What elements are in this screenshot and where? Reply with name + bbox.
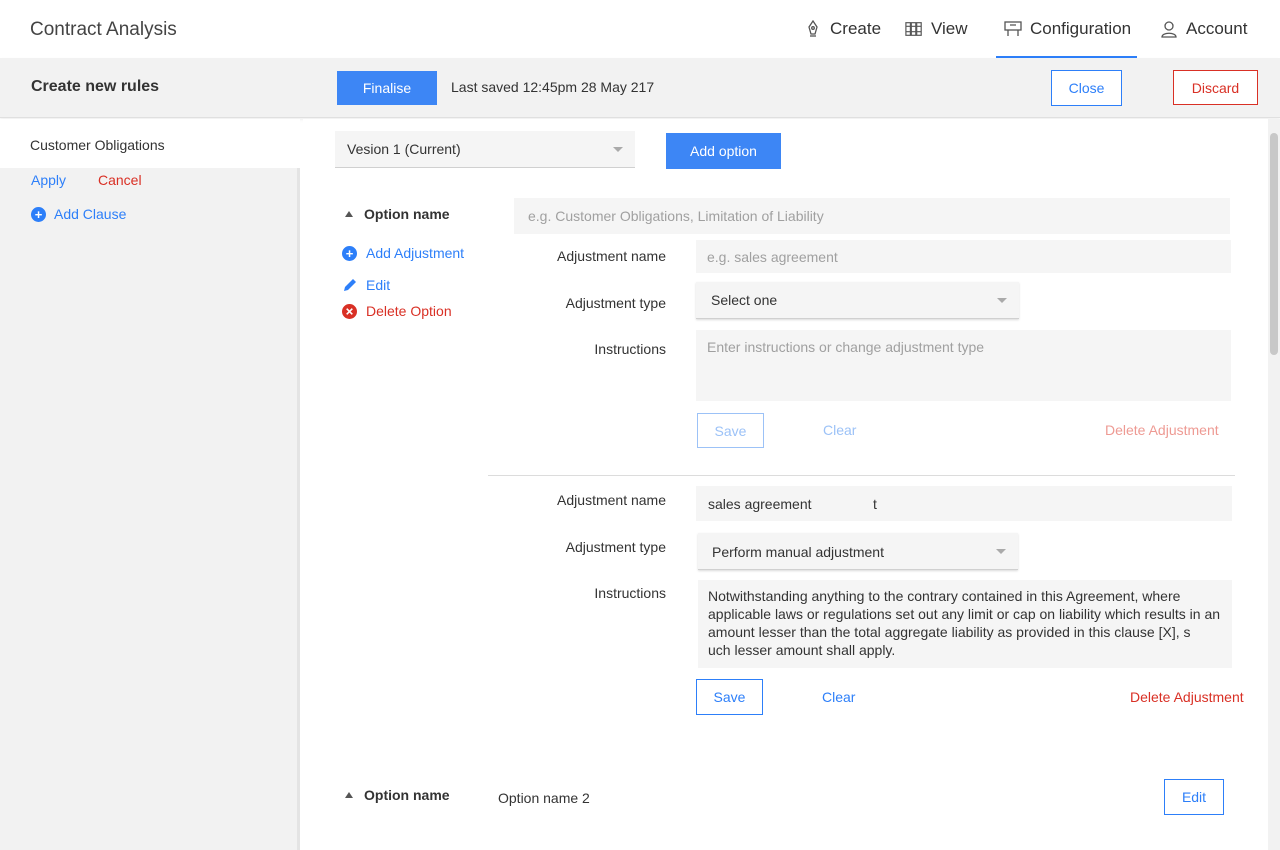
add-clause-label: Add Clause (54, 206, 127, 222)
chevron-down-icon (613, 147, 623, 152)
chevron-down-icon (997, 298, 1007, 303)
user-icon (1161, 21, 1177, 38)
pen-icon (808, 20, 818, 37)
nav-configuration-label: Configuration (1030, 19, 1132, 38)
adj2-type-label: Adjustment type (565, 539, 666, 555)
option1-header[interactable]: Option name (345, 206, 450, 222)
adj2-type-value: Perform manual adjustment (712, 544, 884, 560)
main-content: Vesion 1 (Current) Add option Option nam… (303, 119, 1268, 850)
apply-link[interactable]: Apply (31, 172, 66, 188)
nav-account[interactable]: Account (1160, 0, 1247, 58)
add-option-button[interactable]: Add option (666, 133, 781, 169)
adj2-instructions-text: Notwithstanding anything to the contrary… (708, 587, 1220, 659)
adj1-type-select[interactable]: Select one (696, 282, 1019, 319)
adj1-type-value: Select one (711, 292, 778, 308)
adj1-instructions-label: Instructions (594, 341, 666, 357)
instruction-line: uch lesser amount shall apply. (708, 642, 896, 658)
configuration-icon (1004, 21, 1022, 36)
cancel-link[interactable]: Cancel (98, 172, 142, 188)
option-name-placeholder: e.g. Customer Obligations, Limitation of… (528, 208, 824, 224)
adj1-instructions-textarea[interactable]: Enter instructions or change adjustment … (696, 330, 1231, 401)
add-clause-button[interactable]: + Add Clause (31, 206, 126, 222)
close-button[interactable]: Close (1051, 70, 1122, 106)
option2-edit-button[interactable]: Edit (1164, 779, 1224, 815)
top-nav: Contract Analysis Create View Configurat… (0, 0, 1280, 60)
collapse-icon (345, 792, 353, 798)
chevron-down-icon (996, 549, 1006, 554)
header-bar: Create new rules Finalise Last saved 12:… (0, 58, 1280, 118)
adj2-type-select[interactable]: Perform manual adjustment (698, 533, 1018, 570)
adj1-instructions-placeholder: Enter instructions or change adjustment … (707, 339, 985, 355)
adj1-type-label: Adjustment type (565, 295, 666, 311)
close-circle-icon (342, 303, 357, 319)
nav-view[interactable]: View (905, 0, 968, 58)
edit-option-button[interactable]: Edit (343, 277, 390, 293)
adj1-name-placeholder: e.g. sales agreement (707, 249, 838, 265)
add-adjustment-button[interactable]: + Add Adjustment (342, 245, 464, 261)
plus-circle-icon: + (342, 245, 357, 261)
adj2-clear-button[interactable]: Clear (822, 689, 855, 705)
edit-option-label: Edit (366, 277, 391, 293)
adj2-instructions-label: Instructions (594, 585, 666, 601)
sidebar-clause-item[interactable]: Customer Obligations (0, 119, 300, 168)
app-title: Contract Analysis (30, 19, 177, 40)
instruction-line: Notwithstanding anything to the contrary… (708, 588, 1181, 604)
adj2-name-value: sales agreement (708, 496, 812, 512)
scrollbar-thumb[interactable] (1270, 133, 1278, 355)
delete-option-label: Delete Option (366, 303, 452, 319)
option2-label: Option name (364, 787, 450, 803)
adj1-clear-button[interactable]: Clear (823, 422, 856, 438)
clause-name: Customer Obligations (30, 137, 165, 153)
adj1-delete-adjustment-button[interactable]: Delete Adjustment (1105, 422, 1219, 438)
option-name-input[interactable]: e.g. Customer Obligations, Limitation of… (514, 198, 1230, 234)
adj2-instructions-textarea[interactable]: Notwithstanding anything to the contrary… (698, 580, 1232, 668)
option2-header[interactable]: Option name (345, 787, 450, 803)
adj2-name-label: Adjustment name (557, 492, 666, 508)
collapse-icon (345, 211, 353, 217)
version-select[interactable]: Vesion 1 (Current) (335, 131, 635, 168)
delete-option-button[interactable]: Delete Option (342, 303, 452, 319)
scrollbar[interactable] (1268, 119, 1280, 850)
last-saved-text: Last saved 12:45pm 28 May 217 (451, 79, 655, 95)
nav-account-label: Account (1186, 19, 1248, 38)
adj2-delete-adjustment-button[interactable]: Delete Adjustment (1130, 689, 1244, 705)
adj1-name-label: Adjustment name (557, 248, 666, 264)
finalise-button[interactable]: Finalise (337, 71, 437, 105)
option1-label: Option name (364, 206, 450, 222)
pencil-icon (344, 279, 356, 291)
discard-button[interactable]: Discard (1173, 70, 1258, 105)
instruction-line: amount lesser than the total aggregate l… (708, 624, 1191, 640)
nav-create[interactable]: Create (804, 0, 881, 58)
option2-name: Option name 2 (498, 790, 590, 806)
adj2-save-button[interactable]: Save (696, 679, 763, 715)
version-select-value: Vesion 1 (Current) (347, 141, 461, 157)
nav-view-label: View (931, 19, 968, 38)
adj1-name-input[interactable]: e.g. sales agreement (696, 240, 1231, 273)
add-adjustment-label: Add Adjustment (366, 245, 465, 261)
divider (488, 475, 1235, 476)
instruction-line: applicable laws or regulations set out a… (708, 606, 1221, 622)
nav-create-label: Create (830, 19, 882, 38)
sidebar: Customer Obligations Apply Cancel + Add … (0, 119, 300, 850)
plus-circle-icon: + (31, 206, 46, 222)
library-icon (905, 22, 922, 36)
adj2-name-extra: t (873, 496, 877, 512)
adj2-name-input[interactable]: sales agreement t (696, 486, 1232, 521)
adj1-save-button[interactable]: Save (697, 413, 764, 448)
nav-configuration[interactable]: Configuration (995, 0, 1138, 60)
page-title: Create new rules (31, 78, 160, 95)
